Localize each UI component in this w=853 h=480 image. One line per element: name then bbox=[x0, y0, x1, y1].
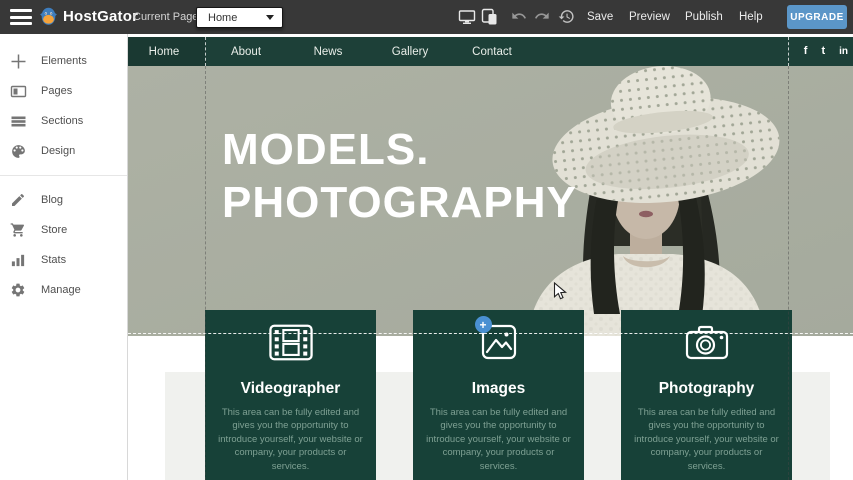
editor-topbar: HostGator Current Page: Home Save Previe… bbox=[0, 0, 853, 34]
pencil-icon bbox=[10, 192, 27, 209]
plus-icon bbox=[10, 53, 27, 70]
nav-item-home[interactable]: Home bbox=[123, 37, 205, 66]
card-body-text: This area can be fully edited and gives … bbox=[205, 406, 376, 473]
hero-title[interactable]: MODELS. PHOTOGRAPHY bbox=[222, 124, 577, 230]
save-button[interactable]: Save bbox=[587, 0, 613, 34]
hero-title-line2: PHOTOGRAPHY bbox=[222, 177, 577, 230]
sidebar-item-label: Design bbox=[41, 145, 75, 157]
upgrade-button[interactable]: UPGRADE bbox=[787, 5, 847, 29]
site-preview-canvas: Home About News Gallery Contact f t in bbox=[128, 34, 853, 480]
card-title: Images bbox=[413, 380, 584, 398]
app-window: HostGator Current Page: Home Save Previe… bbox=[0, 0, 853, 480]
card-body-text: This area can be fully edited and gives … bbox=[621, 406, 792, 473]
palette-icon bbox=[10, 143, 27, 160]
linkedin-icon[interactable]: in bbox=[839, 47, 848, 57]
sidebar-item-label: Blog bbox=[41, 194, 63, 206]
history-icon[interactable] bbox=[558, 8, 576, 26]
sidebar-item-label: Elements bbox=[41, 55, 87, 67]
redo-icon[interactable] bbox=[534, 8, 552, 26]
film-strip-icon bbox=[269, 324, 313, 361]
sidebar-item-pages[interactable]: Pages bbox=[0, 76, 127, 106]
current-page-label: Current Page: bbox=[133, 0, 201, 34]
camera-icon bbox=[685, 324, 729, 360]
sidebar-item-stats[interactable]: Stats bbox=[0, 245, 127, 275]
sidebar-item-blog[interactable]: Blog bbox=[0, 185, 127, 215]
sidebar-item-label: Stats bbox=[41, 254, 66, 266]
card-title: Videographer bbox=[205, 380, 376, 398]
hamburger-icon[interactable] bbox=[10, 9, 34, 25]
logo-text: HostGator bbox=[63, 8, 138, 25]
editor-sidebar: Elements Pages Sections Design Blog bbox=[0, 34, 128, 480]
desktop-view-icon[interactable] bbox=[458, 8, 476, 26]
cart-icon bbox=[10, 222, 27, 239]
undo-icon[interactable] bbox=[511, 8, 529, 26]
sections-icon bbox=[10, 113, 27, 130]
hero-section[interactable]: MODELS. PHOTOGRAPHY bbox=[128, 66, 853, 336]
gator-mascot-icon bbox=[38, 6, 59, 27]
gear-icon bbox=[10, 282, 27, 299]
mobile-view-icon[interactable] bbox=[481, 8, 499, 26]
sidebar-item-label: Store bbox=[41, 224, 67, 236]
add-image-button[interactable]: + bbox=[475, 316, 492, 333]
help-button[interactable]: Help bbox=[739, 0, 763, 34]
card-title: Photography bbox=[621, 380, 792, 398]
sidebar-item-sections[interactable]: Sections bbox=[0, 106, 127, 136]
sidebar-item-elements[interactable]: Elements bbox=[0, 46, 127, 76]
pages-icon bbox=[10, 83, 27, 100]
sidebar-item-manage[interactable]: Manage bbox=[0, 275, 127, 305]
site-navbar: Home About News Gallery Contact f t in bbox=[128, 37, 853, 66]
hostgator-logo: HostGator bbox=[38, 6, 138, 27]
publish-button[interactable]: Publish bbox=[685, 0, 723, 34]
sidebar-divider bbox=[0, 175, 127, 176]
twitter-icon[interactable]: t bbox=[821, 46, 825, 57]
nav-item-contact[interactable]: Contact bbox=[451, 37, 533, 66]
sidebar-item-design[interactable]: Design bbox=[0, 136, 127, 166]
feature-card-videographer[interactable]: Videographer This area can be fully edit… bbox=[205, 310, 376, 480]
hero-title-line1: MODELS. bbox=[222, 124, 577, 177]
sidebar-item-label: Sections bbox=[41, 115, 83, 127]
sidebar-item-store[interactable]: Store bbox=[0, 215, 127, 245]
nav-item-about[interactable]: About bbox=[205, 37, 287, 66]
card-body-text: This area can be fully edited and gives … bbox=[413, 406, 584, 473]
chevron-down-icon bbox=[266, 15, 274, 20]
feature-card-photography[interactable]: Photography This area can be fully edite… bbox=[621, 310, 792, 480]
page-select-value: Home bbox=[197, 12, 266, 24]
page-select-dropdown[interactable]: Home bbox=[196, 7, 283, 28]
sidebar-item-label: Pages bbox=[41, 85, 72, 97]
feature-card-images[interactable]: + Images This area can be fully edited a… bbox=[413, 310, 584, 480]
stats-icon bbox=[10, 252, 27, 269]
nav-item-gallery[interactable]: Gallery bbox=[369, 37, 451, 66]
facebook-icon[interactable]: f bbox=[804, 46, 808, 57]
preview-button[interactable]: Preview bbox=[629, 0, 670, 34]
sidebar-item-label: Manage bbox=[41, 284, 81, 296]
nav-item-news[interactable]: News bbox=[287, 37, 369, 66]
